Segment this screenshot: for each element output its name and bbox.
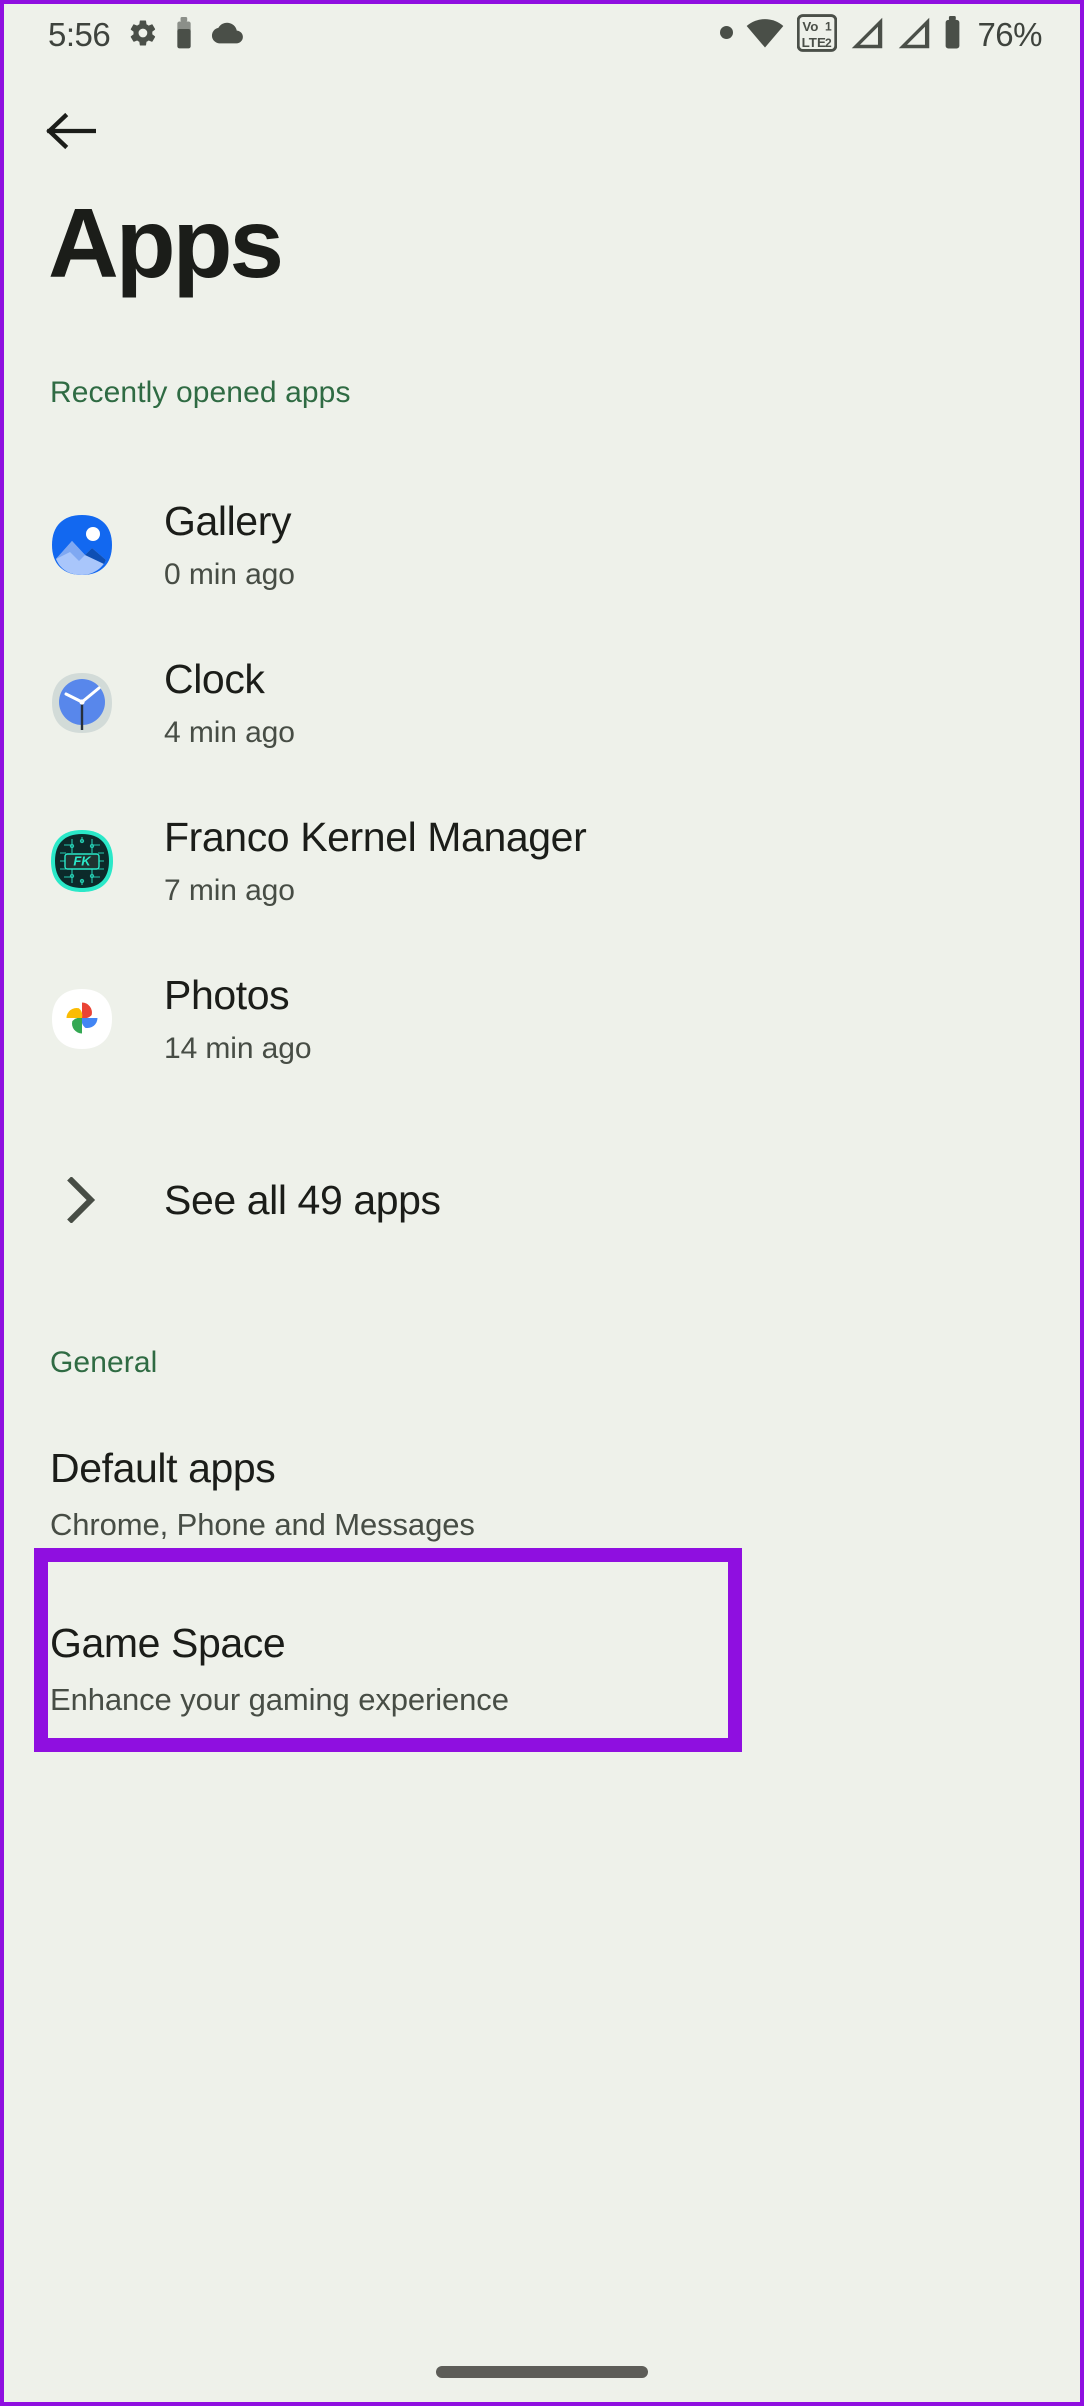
app-last-used: 14 min ago	[164, 1031, 312, 1065]
pref-row-default-apps[interactable]: Default apps Chrome, Phone and Messages	[4, 1445, 1080, 1543]
app-last-used: 7 min ago	[164, 873, 295, 907]
section-header-general: General	[50, 1346, 158, 1379]
chevron-right-icon	[50, 1168, 114, 1232]
status-bar-left-group: 5:56	[48, 16, 244, 54]
app-row-photos[interactable]: Photos 14 min ago	[4, 940, 1080, 1098]
status-bar-right-group: Vo LTE 1 2 76%	[720, 13, 1042, 57]
gesture-nav-pill[interactable]	[436, 2366, 648, 2378]
volte-dual-sim-icon: Vo LTE 1 2	[797, 13, 838, 57]
app-text-photos: Photos 14 min ago	[164, 972, 312, 1065]
gear-icon	[128, 18, 158, 53]
arrow-left-icon	[46, 111, 97, 156]
app-text-clock: Clock 4 min ago	[164, 656, 295, 749]
google-photos-icon	[50, 987, 114, 1051]
app-text-franco-kernel-manager: Franco Kernel Manager 7 min ago	[164, 814, 587, 907]
clock-icon	[50, 671, 114, 735]
status-bar-clock: 5:56	[48, 16, 111, 53]
app-name: Franco Kernel Manager	[164, 814, 587, 861]
battery-icon	[944, 16, 961, 54]
app-last-used: 0 min ago	[164, 557, 295, 591]
device-screen: 5:56 Vo LTE 1 2 76% Apps Recently opened…	[0, 0, 1084, 2406]
see-all-apps-button[interactable]: See all 49 apps	[4, 1098, 1080, 1302]
app-last-used: 4 min ago	[164, 715, 295, 749]
svg-text:Vo: Vo	[803, 19, 819, 34]
app-name: Photos	[164, 972, 290, 1019]
pref-subtitle: Chrome, Phone and Messages	[50, 1507, 475, 1543]
status-bar: 5:56 Vo LTE 1 2 76%	[4, 4, 1080, 66]
wifi-icon	[746, 17, 784, 54]
pref-subtitle: Enhance your gaming experience	[50, 1682, 509, 1718]
app-row-clock[interactable]: Clock 4 min ago	[4, 624, 1080, 782]
battery-percent-label: 76%	[977, 16, 1042, 53]
see-all-apps-label: See all 49 apps	[164, 1176, 441, 1223]
dot-icon	[720, 26, 734, 44]
pref-title: Default apps	[50, 1445, 276, 1491]
app-name: Gallery	[164, 498, 292, 545]
page-title: Apps	[48, 188, 284, 298]
top-app-bar	[4, 66, 1080, 176]
app-row-franco-kernel-manager[interactable]: FK Franco Kernel Manager 7 min ago	[4, 782, 1080, 940]
app-row-gallery[interactable]: Gallery 0 min ago	[4, 466, 1080, 624]
back-button[interactable]	[46, 104, 104, 162]
section-header-recently-opened: Recently opened apps	[50, 376, 351, 409]
svg-text:1: 1	[825, 19, 832, 33]
gallery-icon	[50, 513, 114, 577]
franco-kernel-manager-icon: FK	[50, 829, 114, 893]
app-text-gallery: Gallery 0 min ago	[164, 498, 295, 591]
svg-text:FK: FK	[73, 854, 92, 869]
svg-text:2: 2	[825, 36, 832, 50]
pref-title: Game Space	[50, 1620, 286, 1667]
cloud-icon	[210, 20, 244, 51]
signal-sim2-icon	[897, 17, 931, 54]
battery-saver-icon	[176, 16, 192, 54]
signal-sim1-icon	[850, 17, 884, 54]
app-name: Clock	[164, 656, 265, 703]
system-navigation-bar	[4, 2342, 1080, 2402]
pref-row-game-space[interactable]: Game Space Enhance your gaming experienc…	[4, 1620, 1080, 1718]
svg-text:LTE: LTE	[802, 35, 826, 50]
